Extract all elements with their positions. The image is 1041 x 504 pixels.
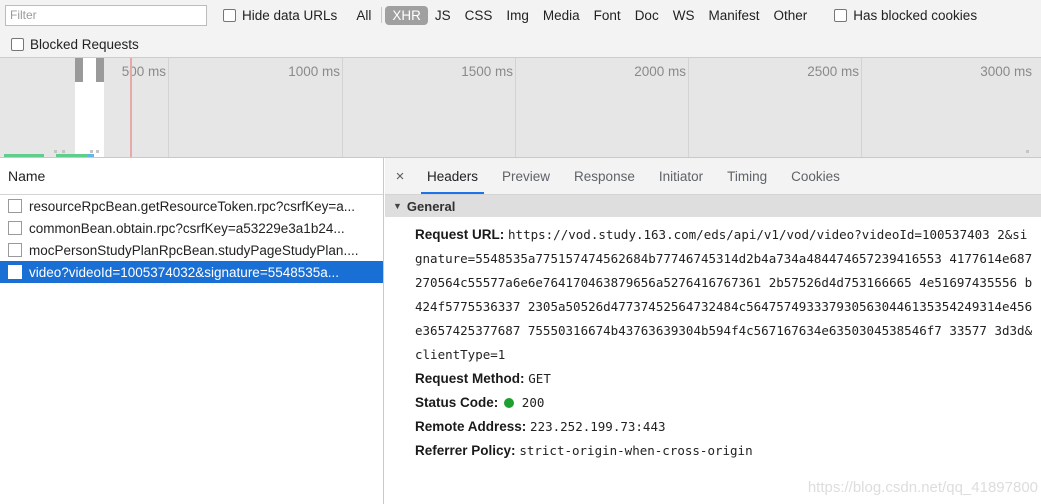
request-list-item[interactable]: resourceRpcBean.getResourceToken.rpc?csr… [0, 195, 383, 217]
status-code-key: Status Code: [415, 395, 499, 410]
tab-cookies[interactable]: Cookies [779, 158, 852, 194]
type-filter-font[interactable]: Font [587, 6, 628, 25]
blocked-requests-checkbox[interactable] [11, 37, 24, 51]
filter-row: Hide data URLs All XHR JS CSS Img Media … [0, 0, 1041, 30]
request-list-column-header-name[interactable]: Name [0, 158, 383, 195]
overview-marker-dot [1026, 150, 1029, 153]
document-icon [8, 243, 22, 257]
request-url-key: Request URL: [415, 227, 505, 242]
overview-tick-label: 500 ms [121, 64, 166, 79]
status-code-value: 200 [521, 395, 545, 410]
status-ok-icon [504, 398, 515, 408]
request-details-tabbar: × Headers Preview Response Initiator Tim… [385, 158, 1041, 195]
general-section-body: Request URL: https://vod.study.163.com/e… [385, 217, 1041, 463]
overview-gridline [515, 58, 516, 157]
overview-dom-content-loaded-marker [130, 58, 132, 157]
type-filter-manifest[interactable]: Manifest [701, 6, 766, 25]
filter-input[interactable] [5, 4, 207, 26]
network-filter-toolbar: Hide data URLs All XHR JS CSS Img Media … [0, 0, 1041, 58]
type-filter-all[interactable]: All [349, 6, 378, 25]
tab-initiator[interactable]: Initiator [647, 158, 715, 194]
type-filter-img[interactable]: Img [499, 6, 536, 25]
type-filter-ws[interactable]: WS [666, 6, 702, 25]
tab-preview[interactable]: Preview [490, 158, 562, 194]
tab-headers[interactable]: Headers [415, 158, 490, 194]
request-list-pane: Name resourceRpcBean.getResourceToken.rp… [0, 158, 384, 504]
detail-row-remote-address: Remote Address: 223.252.199.73:443 [385, 415, 1041, 439]
watermark-text: https://blog.csdn.net/qq_41897800 [807, 479, 1038, 496]
overview-marker-dot [54, 150, 57, 153]
has-blocked-cookies-checkbox-group[interactable]: Has blocked cookies [834, 8, 977, 23]
request-method-key: Request Method: [415, 371, 525, 386]
network-bottom-split: Name resourceRpcBean.getResourceToken.rp… [0, 158, 1041, 504]
detail-row-referrer-policy: Referrer Policy: strict-origin-when-cros… [385, 439, 1041, 463]
detail-row-request-method: Request Method: GET [385, 367, 1041, 391]
type-filter-doc[interactable]: Doc [628, 6, 666, 25]
general-section-title: General [406, 198, 456, 214]
hide-data-urls-checkbox-group[interactable]: Hide data URLs [223, 8, 337, 23]
detail-row-request-url: Request URL: https://vod.study.163.com/e… [385, 223, 1041, 367]
request-name: video?videoId=1005374032&signature=55485… [29, 264, 340, 280]
triangle-down-icon: ▼ [393, 201, 402, 211]
remote-address-key: Remote Address: [415, 419, 527, 434]
blocked-requests-checkbox-group[interactable]: Blocked Requests [0, 30, 139, 58]
request-name: resourceRpcBean.getResourceToken.rpc?csr… [29, 198, 356, 214]
overview-tick-label: 3000 ms [980, 64, 1032, 79]
request-name: mocPersonStudyPlanRpcBean.studyPageStudy… [29, 242, 359, 258]
type-filter-css[interactable]: CSS [458, 6, 500, 25]
general-section-header[interactable]: ▼ General [385, 195, 1041, 217]
tab-timing[interactable]: Timing [715, 158, 779, 194]
referrer-policy-key: Referrer Policy: [415, 443, 516, 458]
close-icon[interactable]: × [385, 158, 415, 194]
devtools-network-panel: Hide data URLs All XHR JS CSS Img Media … [0, 0, 1041, 504]
overview-gridline [688, 58, 689, 157]
has-blocked-cookies-label: Has blocked cookies [853, 7, 978, 23]
overview-gridline [342, 58, 343, 157]
overview-tick-label: 2500 ms [807, 64, 859, 79]
request-list-item-selected[interactable]: video?videoId=1005374032&signature=55485… [0, 261, 383, 283]
has-blocked-cookies-checkbox[interactable] [834, 8, 848, 22]
type-filter-other[interactable]: Other [766, 6, 814, 25]
network-overview-timeline[interactable]: 500 ms 1000 ms 1500 ms 2000 ms 2500 ms 3… [0, 58, 1041, 158]
request-list-item[interactable]: commonBean.obtain.rpc?csrfKey=a53229e3a1… [0, 217, 383, 239]
blocked-requests-label: Blocked Requests [30, 36, 139, 52]
overview-gridline [168, 58, 169, 157]
request-details-pane: × Headers Preview Response Initiator Tim… [385, 158, 1041, 504]
overview-tick-label: 2000 ms [634, 64, 686, 79]
resource-type-filters: All XHR JS CSS Img Media Font Doc WS Man… [349, 5, 814, 25]
hide-data-urls-label: Hide data URLs [242, 7, 338, 23]
request-list-item[interactable]: mocPersonStudyPlanRpcBean.studyPageStudy… [0, 239, 383, 261]
overview-marker-dot [62, 150, 65, 153]
overview-gridline [861, 58, 862, 157]
overview-tick-label: 1000 ms [288, 64, 340, 79]
overview-marker-dot [96, 150, 99, 153]
type-filter-js[interactable]: JS [428, 6, 458, 25]
overview-tick-label: 1500 ms [461, 64, 513, 79]
request-url-value[interactable]: https://vod.study.163.com/eds/api/v1/vod… [415, 227, 1032, 362]
hide-data-urls-checkbox[interactable] [223, 8, 236, 22]
overview-marker-dot [90, 150, 93, 153]
type-filter-media[interactable]: Media [536, 6, 587, 25]
detail-row-status-code: Status Code: 200 [385, 391, 1041, 415]
request-name: commonBean.obtain.rpc?csrfKey=a53229e3a1… [29, 220, 345, 236]
remote-address-value: 223.252.199.73:443 [530, 419, 666, 434]
referrer-policy-value: strict-origin-when-cross-origin [519, 443, 753, 458]
document-icon [8, 199, 22, 213]
type-filter-separator [381, 7, 383, 23]
type-filter-xhr[interactable]: XHR [385, 5, 428, 25]
document-icon [8, 265, 22, 279]
document-icon [8, 221, 22, 235]
tab-response[interactable]: Response [562, 158, 647, 194]
request-method-value: GET [528, 371, 551, 386]
